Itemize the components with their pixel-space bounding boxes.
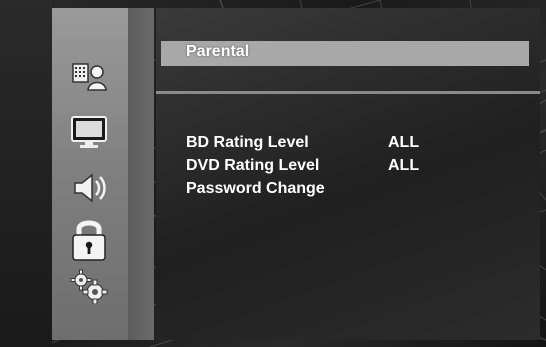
speaker-icon[interactable] (67, 168, 111, 208)
display-setup-icon[interactable] (67, 56, 111, 96)
page-title: Parental (186, 43, 250, 60)
left-margin (0, 0, 52, 347)
gears-icon[interactable] (67, 266, 111, 306)
title-divider (156, 91, 540, 94)
menu-item-password-change[interactable]: Password Change (186, 180, 325, 198)
menu-item-label: Password Change (186, 180, 325, 197)
tv-screen-icon[interactable] (67, 112, 111, 152)
menu-item-label: BD Rating Level (186, 134, 309, 151)
menu-item-value: ALL (388, 134, 420, 151)
sidebar-edge (128, 8, 154, 340)
menu-item-value: ALL (388, 157, 420, 174)
menu-item-label: DVD Rating Level (186, 157, 320, 174)
padlock-icon[interactable] (67, 215, 111, 263)
menu-item-bd-rating[interactable]: BD Rating Level ALL (186, 134, 419, 152)
menu-item-dvd-rating[interactable]: DVD Rating Level ALL (186, 157, 419, 175)
